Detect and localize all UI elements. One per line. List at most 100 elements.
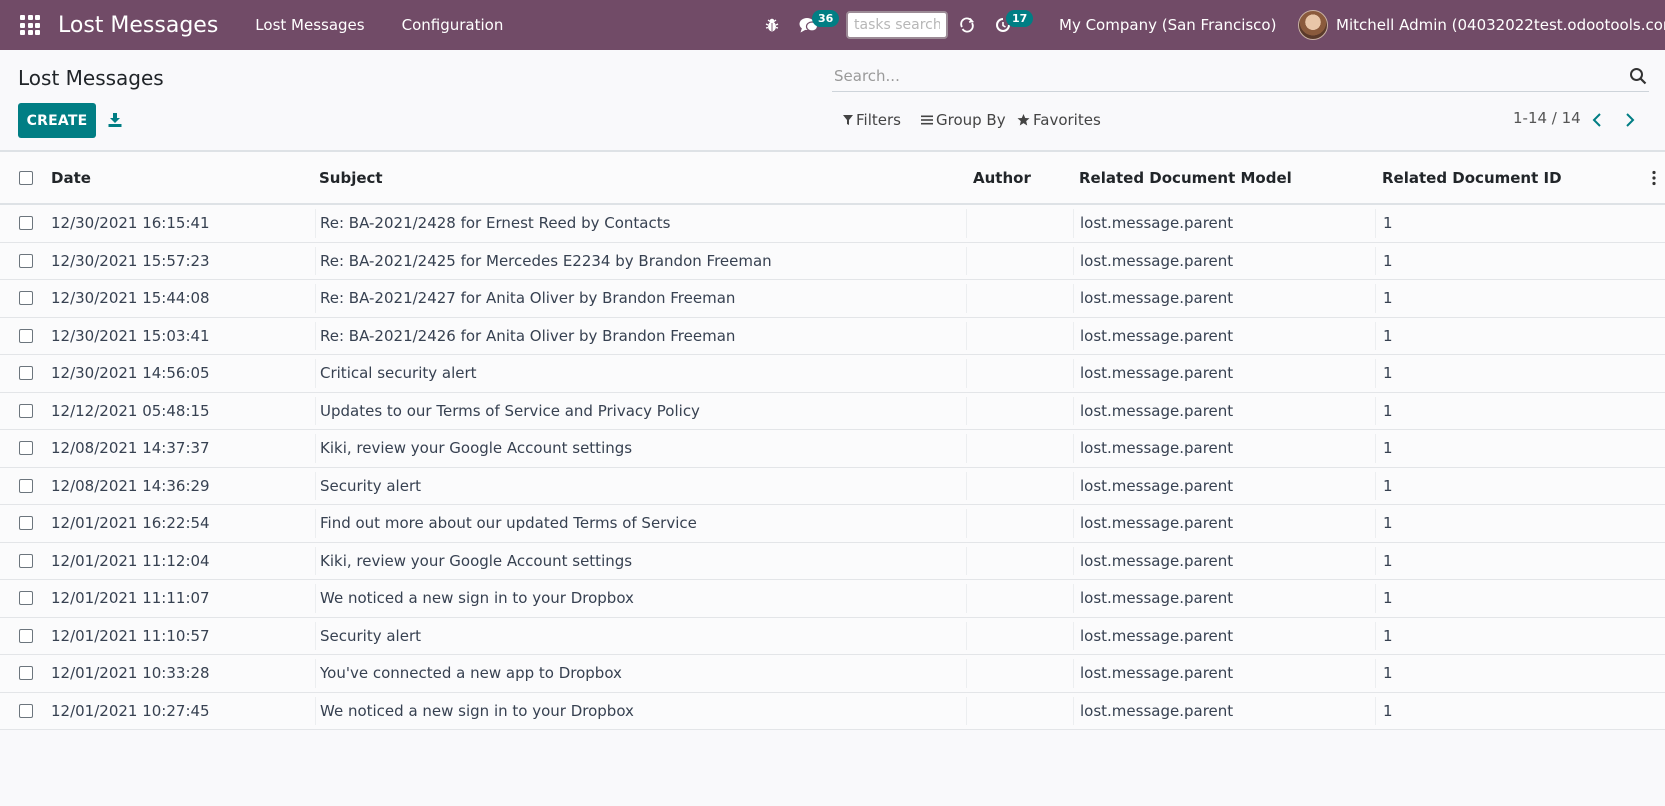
column-separator [315, 509, 316, 538]
cell-related-model: lost.message.parent [1080, 626, 1234, 645]
pager-next-icon[interactable] [1619, 107, 1641, 133]
user-name: Mitchell Admin (04032022test.odootools.c… [1336, 16, 1665, 34]
table-row[interactable]: 12/01/2021 10:27:45 We noticed a new sign… [0, 692, 1665, 730]
table-row[interactable]: 12/01/2021 11:11:07 We noticed a new sign… [0, 580, 1665, 618]
column-separator [1073, 396, 1074, 425]
cell-related-id: 1 [1383, 401, 1393, 420]
table-row[interactable]: 12/30/2021 15:57:23 Re: BA-2021/2425 for … [0, 242, 1665, 280]
column-separator [315, 434, 316, 463]
column-separator [966, 509, 967, 538]
messages-count-badge: 36 [812, 10, 840, 27]
create-button[interactable]: CREATE [18, 103, 96, 138]
column-header-related-id[interactable]: Related Document ID [1382, 152, 1562, 203]
pager-previous-icon[interactable] [1586, 107, 1608, 133]
column-separator [315, 209, 316, 238]
menu-configuration[interactable]: Configuration [402, 16, 504, 34]
cell-related-id: 1 [1383, 551, 1393, 570]
column-separator [1073, 584, 1074, 613]
row-checkbox[interactable] [19, 291, 33, 306]
table-row[interactable]: 12/08/2021 14:37:37 Kiki, review your Goo… [0, 430, 1665, 468]
filter-icon [843, 115, 853, 125]
cell-date: 12/30/2021 15:44:08 [51, 289, 210, 308]
page-title: Lost Messages [18, 66, 164, 90]
column-separator [1375, 434, 1376, 463]
row-checkbox[interactable] [19, 253, 33, 268]
column-separator [315, 621, 316, 650]
app-brand[interactable]: Lost Messages [58, 13, 218, 38]
cell-subject: Re: BA-2021/2425 for Mercedes E2234 by B… [320, 251, 772, 270]
cell-related-id: 1 [1383, 701, 1393, 720]
debug-bug-icon[interactable] [759, 0, 785, 50]
favorites-button[interactable]: Favorites [1017, 108, 1101, 132]
row-checkbox[interactable] [19, 703, 33, 718]
pager-value[interactable]: 1-14 / 14 [1513, 109, 1581, 127]
column-header-related-model[interactable]: Related Document Model [1079, 152, 1292, 203]
table-row[interactable]: 12/30/2021 16:15:41 Re: BA-2021/2428 for … [0, 205, 1665, 243]
row-checkbox[interactable] [19, 591, 33, 606]
row-checkbox[interactable] [19, 441, 33, 456]
table-row[interactable]: 12/30/2021 15:44:08 Re: BA-2021/2427 for … [0, 280, 1665, 318]
column-separator [315, 471, 316, 500]
cell-related-model: lost.message.parent [1080, 589, 1234, 608]
column-header-subject[interactable]: Subject [319, 152, 383, 203]
row-checkbox[interactable] [19, 328, 33, 343]
favorites-label: Favorites [1033, 111, 1101, 129]
row-checkbox[interactable] [19, 628, 33, 643]
table-row[interactable]: 12/01/2021 11:10:57 Security alert lost.me… [0, 617, 1665, 655]
tasks-search-input[interactable] [846, 11, 948, 39]
table-row[interactable]: 12/30/2021 15:03:41 Re: BA-2021/2426 for … [0, 317, 1665, 355]
filters-button[interactable]: Filters [843, 108, 901, 132]
refresh-icon[interactable] [954, 0, 980, 50]
cell-date: 12/30/2021 15:03:41 [51, 326, 210, 345]
cell-related-id: 1 [1383, 289, 1393, 308]
group-by-button[interactable]: Group By [921, 108, 1006, 132]
row-checkbox[interactable] [19, 516, 33, 531]
cell-date: 12/12/2021 05:48:15 [51, 401, 210, 420]
select-all-checkbox[interactable] [19, 170, 33, 185]
company-switcher[interactable]: My Company (San Francisco) [1059, 0, 1276, 50]
cell-subject: Security alert [320, 476, 422, 495]
search-icon[interactable] [1629, 67, 1647, 85]
row-checkbox[interactable] [19, 553, 33, 568]
cell-subject: We noticed a new sign in to your Dropbox [320, 701, 634, 720]
menu-lost-messages[interactable]: Lost Messages [255, 16, 364, 34]
table-row[interactable]: 12/12/2021 05:48:15 Updates to our Terms … [0, 392, 1665, 430]
activities-count-badge: 17 [1006, 10, 1034, 27]
cell-related-model: lost.message.parent [1080, 214, 1234, 233]
star-icon [1017, 114, 1030, 126]
table-row[interactable]: 12/01/2021 16:22:54 Find out more about o… [0, 505, 1665, 543]
column-separator [1375, 209, 1376, 238]
column-separator [315, 546, 316, 575]
table-row[interactable]: 12/08/2021 14:36:29 Security alert lost.me… [0, 467, 1665, 505]
table-row[interactable]: 12/30/2021 14:56:05 Critical security ale… [0, 355, 1665, 393]
cell-date: 12/01/2021 11:11:07 [51, 589, 210, 608]
row-checkbox[interactable] [19, 366, 33, 381]
column-separator [966, 209, 967, 238]
table-row[interactable]: 12/01/2021 10:33:28 You've connected a ne… [0, 655, 1665, 693]
cell-related-id: 1 [1383, 626, 1393, 645]
group-by-icon [921, 115, 933, 125]
download-icon[interactable] [104, 108, 126, 132]
column-separator [1375, 546, 1376, 575]
cell-related-model: lost.message.parent [1080, 664, 1234, 683]
cell-date: 12/30/2021 16:15:41 [51, 214, 210, 233]
row-checkbox[interactable] [19, 666, 33, 681]
column-separator [1073, 246, 1074, 275]
row-checkbox[interactable] [19, 403, 33, 418]
column-separator [1375, 471, 1376, 500]
column-header-date[interactable]: Date [51, 152, 91, 203]
optional-columns-icon[interactable] [1651, 170, 1657, 186]
row-checkbox[interactable] [19, 478, 33, 493]
column-header-author[interactable]: Author [973, 152, 1031, 203]
table-row[interactable]: 12/01/2021 11:12:04 Kiki, review your Goo… [0, 542, 1665, 580]
app-menu-icon[interactable] [18, 13, 42, 37]
cell-related-model: lost.message.parent [1080, 439, 1234, 458]
cell-related-model: lost.message.parent [1080, 514, 1234, 533]
row-checkbox[interactable] [19, 216, 33, 231]
column-separator [315, 359, 316, 388]
search-input[interactable] [834, 62, 1604, 90]
column-separator [966, 659, 967, 688]
cell-related-model: lost.message.parent [1080, 289, 1234, 308]
user-menu[interactable]: Mitchell Admin (04032022test.odootools.c… [1298, 0, 1665, 50]
cell-subject: Updates to our Terms of Service and Priv… [320, 401, 700, 420]
